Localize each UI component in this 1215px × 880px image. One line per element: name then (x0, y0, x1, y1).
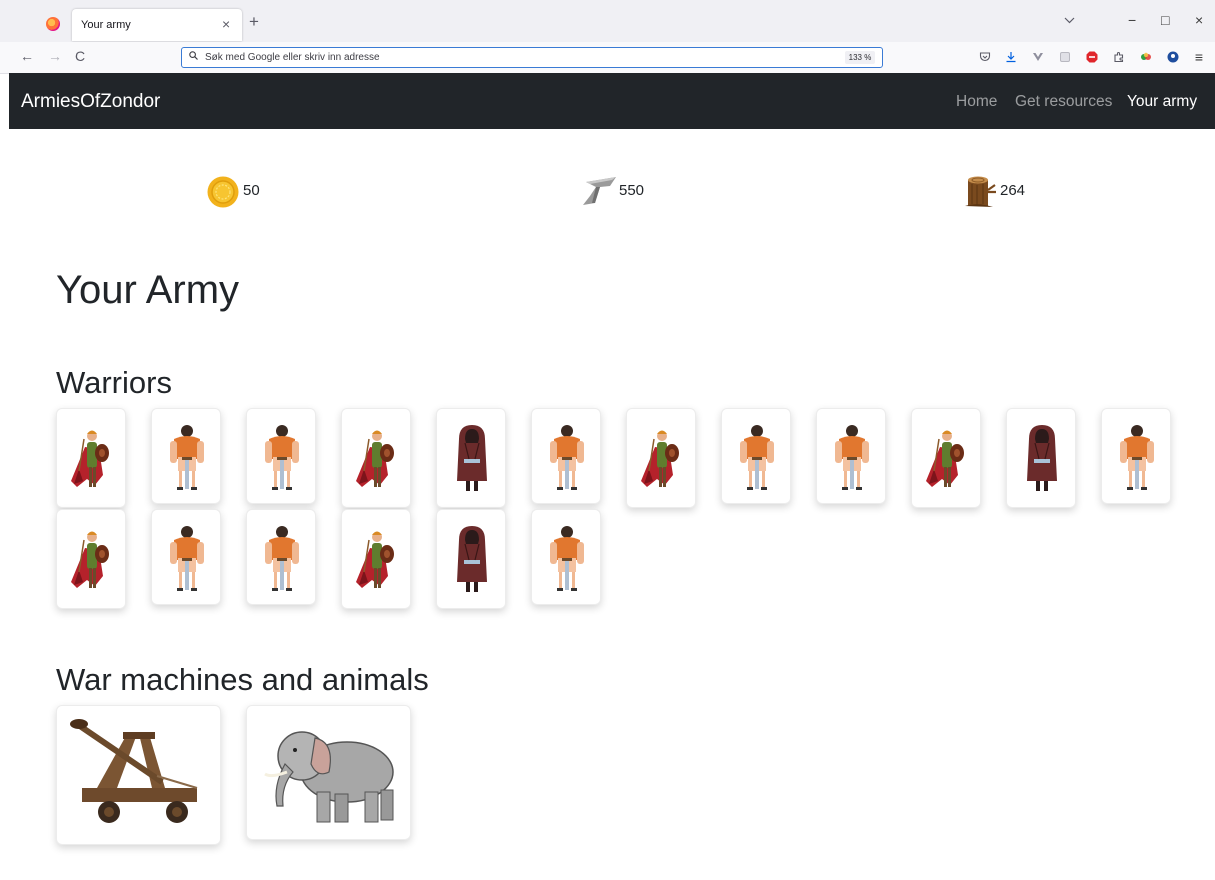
archer-icon (641, 430, 679, 487)
barbarian-icon (550, 425, 584, 490)
warrior-card-barbarian[interactable] (246, 408, 316, 504)
wood-log-icon (965, 176, 996, 207)
wood-amount: 264 (1000, 182, 1026, 199)
monk-icon (457, 425, 487, 491)
warrior-card-barbarian[interactable] (531, 509, 601, 605)
zoom-level[interactable]: 133 % (845, 51, 875, 64)
monk-icon (457, 526, 487, 592)
gold-coin-icon (207, 176, 239, 208)
machines-heading: War machines and animals (56, 662, 429, 697)
close-window-icon[interactable]: × (1195, 13, 1203, 27)
archer-icon (356, 531, 394, 588)
warriors-heading: Warriors (56, 365, 172, 400)
puzzle-extensions-icon[interactable] (1113, 51, 1125, 63)
list-all-tabs-icon[interactable] (1064, 15, 1075, 26)
nav-get-resources[interactable]: Get resources (1015, 93, 1112, 111)
warrior-card-barbarian[interactable] (816, 408, 886, 504)
gold-resource: 50 (206, 174, 286, 210)
extension-icon[interactable] (1059, 51, 1071, 63)
page-title: Your Army (56, 268, 240, 312)
gold-amount: 50 (243, 182, 260, 199)
minimize-icon[interactable]: − (1128, 13, 1136, 27)
barbarian-icon (265, 425, 299, 490)
download-icon[interactable] (1005, 51, 1017, 63)
archer-icon (71, 531, 109, 588)
back-icon[interactable]: ← (20, 49, 34, 63)
machine-card-elephant[interactable] (246, 705, 411, 840)
warrior-card-archer[interactable] (911, 408, 981, 508)
firefox-logo-icon (46, 17, 60, 31)
warrior-card-archer[interactable] (341, 509, 411, 609)
warrior-card-archer[interactable] (626, 408, 696, 508)
wood-resource: 264 (963, 174, 1043, 210)
color-extension-icon[interactable] (1140, 51, 1152, 63)
warrior-card-barbarian[interactable] (246, 509, 316, 605)
barbarian-icon (170, 425, 204, 490)
nav-home[interactable]: Home (956, 93, 997, 111)
catapult-icon (70, 719, 198, 823)
forward-icon[interactable]: → (48, 49, 62, 63)
archer-icon (926, 430, 964, 487)
archer-icon (356, 430, 394, 487)
tab-close-icon[interactable]: × (222, 16, 230, 32)
warrior-card-archer[interactable] (56, 408, 126, 508)
barbarian-icon (740, 425, 774, 490)
warrior-card-monk[interactable] (436, 509, 506, 609)
address-bar[interactable]: Søk med Google eller skriv inn adresse 1… (181, 47, 883, 68)
machine-card-catapult[interactable] (56, 705, 221, 845)
monk-icon (1027, 425, 1057, 491)
warrior-card-barbarian[interactable] (721, 408, 791, 504)
warrior-card-monk[interactable] (1006, 408, 1076, 508)
menu-icon[interactable]: ≡ (1193, 50, 1205, 64)
account-icon[interactable] (1167, 51, 1179, 63)
search-icon (189, 51, 198, 60)
tab-title: Your army (81, 19, 131, 31)
barbarian-icon (1120, 425, 1154, 490)
browser-tab-bar: Your army × + − □ × (0, 0, 1215, 42)
elephant-icon (264, 731, 394, 823)
barbarian-icon (265, 526, 299, 591)
nav-your-army[interactable]: Your army (1127, 93, 1197, 111)
brand-logo[interactable]: ArmiesOfZondor (21, 91, 160, 113)
warrior-card-archer[interactable] (341, 408, 411, 508)
barbarian-icon (835, 425, 869, 490)
pocket-icon[interactable] (979, 51, 991, 63)
iron-amount: 550 (619, 182, 645, 199)
archer-icon (71, 430, 109, 487)
vue-devtools-icon[interactable] (1032, 51, 1044, 63)
warrior-card-barbarian[interactable] (531, 408, 601, 504)
warrior-card-barbarian[interactable] (1101, 408, 1171, 504)
adblock-plus-icon[interactable] (1086, 51, 1098, 63)
iron-ingot-icon (583, 177, 616, 205)
iron-resource: 550 (582, 174, 662, 210)
site-navbar: ArmiesOfZondor Home Get resources Your a… (9, 73, 1215, 129)
warrior-card-archer[interactable] (56, 509, 126, 609)
browser-tab[interactable]: Your army × (72, 9, 242, 41)
new-tab-icon[interactable]: + (249, 13, 259, 30)
maximize-icon[interactable]: □ (1161, 13, 1169, 27)
barbarian-icon (550, 526, 584, 591)
warrior-card-barbarian[interactable] (151, 408, 221, 504)
warrior-card-barbarian[interactable] (151, 509, 221, 605)
barbarian-icon (170, 526, 204, 591)
warrior-card-monk[interactable] (436, 408, 506, 508)
reload-icon[interactable]: C (75, 49, 85, 63)
address-placeholder: Søk med Google eller skriv inn adresse (205, 52, 380, 63)
